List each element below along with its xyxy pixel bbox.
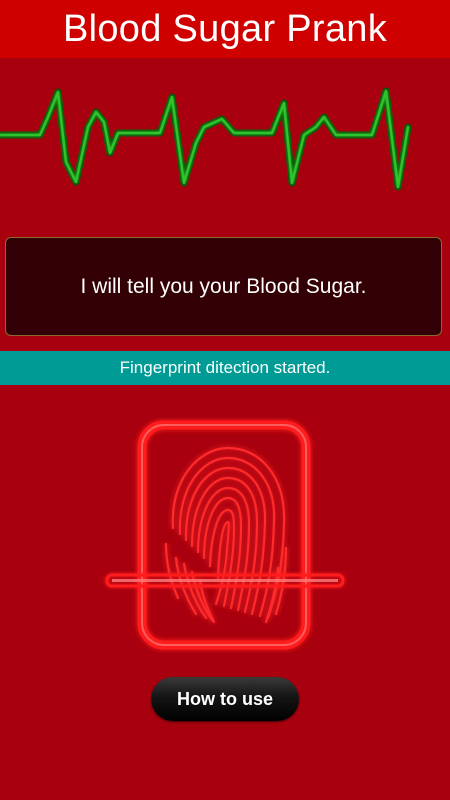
fingerprint-scanner[interactable] (100, 418, 350, 653)
status-banner: Fingerprint ditection started. (0, 351, 450, 385)
fingerprint-icon (164, 446, 288, 624)
status-text: Fingerprint ditection started. (119, 358, 331, 377)
message-text: I will tell you your Blood Sugar. (80, 274, 367, 298)
app-title: Blood Sugar Prank (62, 7, 388, 50)
title-bar: Blood Sugar Prank (0, 0, 450, 58)
message-panel: I will tell you your Blood Sugar. (5, 237, 442, 336)
heartbeat-line-icon (0, 87, 412, 191)
how-to-use-button[interactable]: How to use (151, 677, 299, 721)
how-to-use-label: How to use (176, 688, 273, 709)
